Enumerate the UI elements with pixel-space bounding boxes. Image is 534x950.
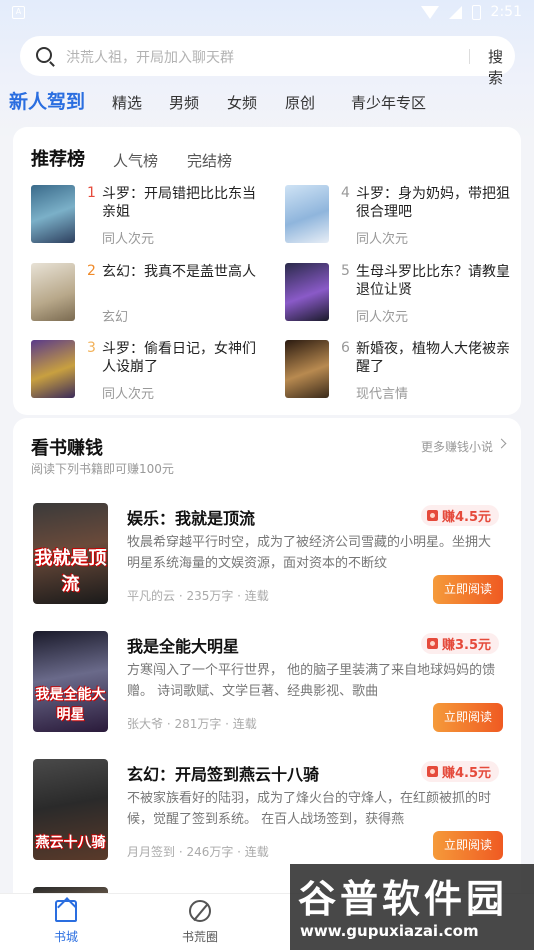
- book-cover: [31, 340, 75, 398]
- reward-amount: 赚4.5元: [441, 766, 491, 781]
- ranking-card: 推荐榜 人气榜 完结榜 1 斗罗：开局错把比比东当亲姐 同人次元 2 玄幻：我真…: [13, 127, 521, 415]
- rank-item[interactable]: 4 斗罗：身为奶妈，带把狙很合理吧 同人次元: [285, 185, 525, 249]
- search-icon: [36, 47, 52, 63]
- book-title: 娱乐：我就是顶流: [127, 509, 256, 528]
- tab-popular[interactable]: 人气榜: [113, 150, 158, 171]
- cover-title: 我就是顶流: [34, 548, 107, 595]
- more-earn-link[interactable]: 更多赚钱小说: [421, 438, 493, 455]
- book-cover: [285, 185, 329, 243]
- nav-bookstore[interactable]: 书城: [26, 900, 106, 945]
- rank-number: 6: [341, 340, 350, 356]
- rank-item[interactable]: 3 斗罗：偷看日记，女神们人设崩了 同人次元: [31, 340, 271, 404]
- battery-icon: [471, 4, 481, 20]
- reward-badge: 赚4.5元: [420, 505, 499, 526]
- rank-title: 斗罗：开局错把比比东当亲姐: [102, 186, 256, 220]
- rank-title: 玄幻：我真不是盖世高人: [102, 264, 256, 280]
- book-title: 我是全能大明星: [127, 637, 240, 656]
- tab-newcomer[interactable]: 新人驾到: [9, 87, 85, 114]
- signal-icon: [448, 5, 462, 19]
- nav-label: 书城: [53, 930, 78, 944]
- watermark: 谷普软件园 www.gupuxiazai.com: [290, 864, 534, 950]
- book-cover: 我是全能大明星: [33, 631, 108, 732]
- reward-badge: 赚4.5元: [420, 761, 499, 782]
- book-cover: [285, 340, 329, 398]
- wifi-icon: [420, 5, 439, 19]
- book-title: 玄幻：开局签到燕云十八骑: [127, 765, 320, 784]
- book-cover: [31, 185, 75, 243]
- tab-featured[interactable]: 精选: [112, 92, 142, 113]
- book-meta: 张大爷 · 281万字 · 连载: [127, 717, 257, 731]
- rank-title: 斗罗：身为奶妈，带把狙很合理吧: [356, 186, 510, 220]
- rank-item[interactable]: 2 玄幻：我真不是盖世高人 玄幻: [31, 263, 271, 327]
- rank-tag: 同人次元: [356, 232, 409, 247]
- book-description: 方寒闯入了一个平行世界， 他的脑子里装满了来自地球妈妈的馈赠。 诗词歌赋、文学巨…: [127, 663, 496, 699]
- status-time: 2:51: [490, 4, 522, 20]
- rank-item[interactable]: 6 新婚夜，植物人大佬被亲醒了 现代言情: [285, 340, 525, 404]
- book-cover: 燕云十八骑: [33, 759, 108, 860]
- book-cover: [285, 263, 329, 321]
- tab-female[interactable]: 女频: [227, 92, 257, 113]
- compass-icon: [189, 900, 211, 922]
- earn-book[interactable]: 我是全能大明星 我是全能大明星 方寒闯入了一个平行世界， 他的脑子里装满了来自地…: [33, 631, 503, 739]
- read-now-button[interactable]: 立即阅读: [433, 575, 503, 604]
- category-tabs: 新人驾到 精选 男频 女频 原创 青少年专区: [0, 87, 534, 117]
- rank-title: 斗罗：偷看日记，女神们人设崩了: [102, 341, 256, 375]
- home-icon: [55, 900, 77, 922]
- rank-tag: 同人次元: [102, 232, 155, 247]
- tab-youth[interactable]: 青少年专区: [351, 92, 426, 113]
- rank-number: 5: [341, 263, 350, 279]
- read-now-button[interactable]: 立即阅读: [433, 831, 503, 860]
- rank-title: 生母斗罗比比东？请教皇退位让贤: [356, 264, 510, 298]
- reward-amount: 赚3.5元: [441, 638, 491, 653]
- book-description: 不被家族看好的陆羽，成为了烽火台的守烽人，在红颜被抓的时候，觉醒了签到系统。 在…: [127, 791, 492, 827]
- tab-male[interactable]: 男频: [169, 92, 199, 113]
- rank-tag: 现代言情: [356, 387, 409, 402]
- app-notification-icon: A: [12, 6, 25, 19]
- watermark-logo: 谷普软件园: [298, 877, 509, 921]
- search-input[interactable]: 洪荒人祖，开局加入聊天群: [66, 47, 234, 67]
- rank-number: 1: [87, 185, 96, 201]
- red-packet-icon: [426, 510, 438, 521]
- book-meta: 平凡的云 · 235万字 · 连载: [127, 589, 269, 603]
- red-packet-icon: [426, 766, 438, 777]
- red-packet-icon: [426, 638, 438, 649]
- cover-title: 我是全能大明星: [35, 687, 106, 723]
- tab-completed[interactable]: 完结榜: [187, 150, 232, 171]
- rank-tag: 同人次元: [356, 310, 409, 325]
- rank-item[interactable]: 5 生母斗罗比比东？请教皇退位让贤 同人次元: [285, 263, 525, 327]
- earn-title: 看书赚钱: [31, 438, 103, 459]
- status-bar: A 2:51: [0, 0, 534, 26]
- reward-amount: 赚4.5元: [441, 510, 491, 525]
- rank-number: 4: [341, 185, 350, 201]
- rank-number: 2: [87, 263, 96, 279]
- tab-original[interactable]: 原创: [285, 92, 315, 113]
- earn-book[interactable]: 我就是顶流 娱乐：我就是顶流 牧晨希穿越平行时空，成为了被经济公司雪藏的小明星。…: [33, 503, 503, 611]
- rank-item[interactable]: 1 斗罗：开局错把比比东当亲姐 同人次元: [31, 185, 271, 249]
- rank-title: 新婚夜，植物人大佬被亲醒了: [356, 341, 510, 375]
- earn-subtitle: 阅读下列书籍即可赚100元: [31, 462, 174, 476]
- book-meta: 月月签到 · 246万字 · 连载: [127, 845, 269, 859]
- watermark-url: www.gupuxiazai.com: [300, 922, 479, 940]
- reward-badge: 赚3.5元: [420, 633, 499, 654]
- search-divider: [469, 49, 470, 64]
- read-now-button[interactable]: 立即阅读: [433, 703, 503, 732]
- chevron-right-icon: [496, 438, 507, 449]
- book-cover: 我就是顶流: [33, 503, 108, 604]
- rank-number: 3: [87, 340, 96, 356]
- search-bar[interactable]: 洪荒人祖，开局加入聊天群 搜索: [20, 36, 515, 87]
- tab-recommended[interactable]: 推荐榜: [31, 145, 85, 171]
- nav-bookfamine[interactable]: 书荒圈: [160, 900, 240, 945]
- rank-tag: 同人次元: [102, 387, 155, 402]
- cover-title: 燕云十八骑: [35, 835, 106, 851]
- nav-label: 书荒圈: [181, 930, 218, 944]
- book-description: 牧晨希穿越平行时空，成为了被经济公司雪藏的小明星。坐拥大明星系统海量的文娱资源，…: [127, 535, 492, 571]
- book-cover: [31, 263, 75, 321]
- rank-tag: 玄幻: [102, 310, 129, 325]
- earn-card: 看书赚钱 阅读下列书籍即可赚100元 更多赚钱小说 我就是顶流 娱乐：我就是顶流…: [13, 418, 521, 898]
- earn-book[interactable]: 燕云十八骑 玄幻：开局签到燕云十八骑 不被家族看好的陆羽，成为了烽火台的守烽人，…: [33, 759, 503, 867]
- search-button[interactable]: 搜索: [488, 46, 515, 88]
